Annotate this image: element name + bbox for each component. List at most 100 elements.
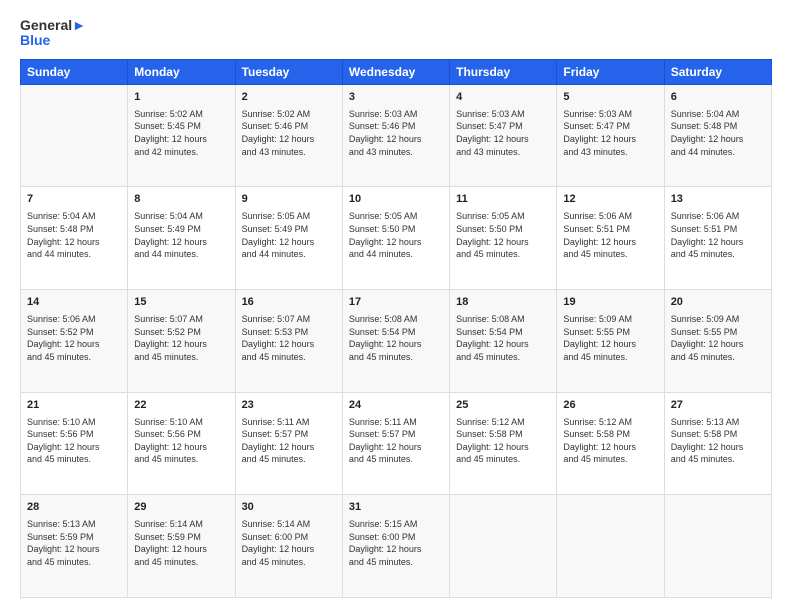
day-number: 4: [456, 90, 550, 106]
header-row: SundayMondayTuesdayWednesdayThursdayFrid…: [21, 59, 772, 84]
calendar-row-2: 14 Sunrise: 5:06 AMSunset: 5:52 PMDayligh…: [21, 290, 772, 393]
cell-info: Sunrise: 5:08 AMSunset: 5:54 PMDaylight:…: [456, 313, 550, 363]
day-number: 23: [242, 398, 336, 414]
calendar-cell: 28 Sunrise: 5:13 AMSunset: 5:59 PMDayligh…: [21, 495, 128, 598]
calendar-cell: 24 Sunrise: 5:11 AMSunset: 5:57 PMDayligh…: [342, 392, 449, 495]
cell-info: Sunrise: 5:07 AMSunset: 5:52 PMDaylight:…: [134, 313, 228, 363]
cell-info: Sunrise: 5:08 AMSunset: 5:54 PMDaylight:…: [349, 313, 443, 363]
calendar-cell: 18 Sunrise: 5:08 AMSunset: 5:54 PMDayligh…: [450, 290, 557, 393]
col-header-friday: Friday: [557, 59, 664, 84]
cell-info: Sunrise: 5:12 AMSunset: 5:58 PMDaylight:…: [563, 416, 657, 466]
calendar-cell: 22 Sunrise: 5:10 AMSunset: 5:56 PMDayligh…: [128, 392, 235, 495]
calendar-cell: 11Sunrise: 5:05 AMSunset: 5:50 PMDayligh…: [450, 187, 557, 290]
day-number: 6: [671, 90, 765, 106]
calendar-cell: 23Sunrise: 5:11 AMSunset: 5:57 PMDayligh…: [235, 392, 342, 495]
cell-info: Sunrise: 5:05 AMSunset: 5:50 PMDaylight:…: [456, 210, 550, 260]
cell-info: Sunrise: 5:13 AMSunset: 5:58 PMDaylight:…: [671, 416, 765, 466]
cell-info: Sunrise: 5:06 AMSunset: 5:51 PMDaylight:…: [563, 210, 657, 260]
day-number: 24: [349, 398, 443, 414]
calendar-cell: 14 Sunrise: 5:06 AMSunset: 5:52 PMDayligh…: [21, 290, 128, 393]
calendar-cell: 16 Sunrise: 5:07 AMSunset: 5:53 PMDayligh…: [235, 290, 342, 393]
cell-info: Sunrise: 5:05 AMSunset: 5:49 PMDaylight:…: [242, 210, 336, 260]
day-number: 8: [134, 192, 228, 208]
col-header-monday: Monday: [128, 59, 235, 84]
calendar-cell: 6 Sunrise: 5:04 AMSunset: 5:48 PMDaylight…: [664, 84, 771, 187]
calendar-row-4: 28 Sunrise: 5:13 AMSunset: 5:59 PMDayligh…: [21, 495, 772, 598]
calendar-cell: 15Sunrise: 5:07 AMSunset: 5:52 PMDayligh…: [128, 290, 235, 393]
day-number: 27: [671, 398, 765, 414]
calendar-cell: 5Sunrise: 5:03 AMSunset: 5:47 PMDaylight…: [557, 84, 664, 187]
day-number: 9: [242, 192, 336, 208]
day-number: 22: [134, 398, 228, 414]
cell-info: Sunrise: 5:13 AMSunset: 5:59 PMDaylight:…: [27, 518, 121, 568]
col-header-sunday: Sunday: [21, 59, 128, 84]
calendar-cell: 30Sunrise: 5:14 AMSunset: 6:00 PMDayligh…: [235, 495, 342, 598]
logo: General► Blue: [20, 18, 86, 49]
cell-info: Sunrise: 5:14 AMSunset: 6:00 PMDaylight:…: [242, 518, 336, 568]
cell-info: Sunrise: 5:04 AMSunset: 5:48 PMDaylight:…: [27, 210, 121, 260]
calendar-cell: 13Sunrise: 5:06 AMSunset: 5:51 PMDayligh…: [664, 187, 771, 290]
cell-info: Sunrise: 5:10 AMSunset: 5:56 PMDaylight:…: [134, 416, 228, 466]
calendar-cell: 12 Sunrise: 5:06 AMSunset: 5:51 PMDayligh…: [557, 187, 664, 290]
day-number: 17: [349, 295, 443, 311]
calendar-cell: 20 Sunrise: 5:09 AMSunset: 5:55 PMDayligh…: [664, 290, 771, 393]
calendar-cell: 31 Sunrise: 5:15 AMSunset: 6:00 PMDayligh…: [342, 495, 449, 598]
cell-info: Sunrise: 5:04 AMSunset: 5:48 PMDaylight:…: [671, 108, 765, 158]
day-number: 16: [242, 295, 336, 311]
calendar-row-1: 7 Sunrise: 5:04 AMSunset: 5:48 PMDaylight…: [21, 187, 772, 290]
calendar-cell: 21 Sunrise: 5:10 AMSunset: 5:56 PMDayligh…: [21, 392, 128, 495]
calendar-cell: 3 Sunrise: 5:03 AMSunset: 5:46 PMDaylight…: [342, 84, 449, 187]
day-number: 3: [349, 90, 443, 106]
calendar-cell: [664, 495, 771, 598]
calendar-cell: 1 Sunrise: 5:02 AMSunset: 5:45 PMDaylight…: [128, 84, 235, 187]
day-number: 7: [27, 192, 121, 208]
day-number: 1: [134, 90, 228, 106]
day-number: 20: [671, 295, 765, 311]
calendar-cell: 19Sunrise: 5:09 AMSunset: 5:55 PMDayligh…: [557, 290, 664, 393]
cell-info: Sunrise: 5:06 AMSunset: 5:52 PMDaylight:…: [27, 313, 121, 363]
calendar-cell: 27 Sunrise: 5:13 AMSunset: 5:58 PMDayligh…: [664, 392, 771, 495]
calendar-cell: [450, 495, 557, 598]
day-number: 29: [134, 500, 228, 516]
calendar-cell: 2 Sunrise: 5:02 AMSunset: 5:46 PMDaylight…: [235, 84, 342, 187]
day-number: 2: [242, 90, 336, 106]
calendar-row-0: 1 Sunrise: 5:02 AMSunset: 5:45 PMDaylight…: [21, 84, 772, 187]
cell-info: Sunrise: 5:10 AMSunset: 5:56 PMDaylight:…: [27, 416, 121, 466]
calendar-cell: [21, 84, 128, 187]
cell-info: Sunrise: 5:12 AMSunset: 5:58 PMDaylight:…: [456, 416, 550, 466]
col-header-tuesday: Tuesday: [235, 59, 342, 84]
page: General► Blue SundayMondayTuesdayWednesd…: [0, 0, 792, 612]
day-number: 13: [671, 192, 765, 208]
day-number: 21: [27, 398, 121, 414]
day-number: 31: [349, 500, 443, 516]
day-number: 28: [27, 500, 121, 516]
calendar-cell: 7 Sunrise: 5:04 AMSunset: 5:48 PMDaylight…: [21, 187, 128, 290]
cell-info: Sunrise: 5:11 AMSunset: 5:57 PMDaylight:…: [349, 416, 443, 466]
calendar-cell: 17 Sunrise: 5:08 AMSunset: 5:54 PMDayligh…: [342, 290, 449, 393]
calendar-cell: 26Sunrise: 5:12 AMSunset: 5:58 PMDayligh…: [557, 392, 664, 495]
cell-info: Sunrise: 5:04 AMSunset: 5:49 PMDaylight:…: [134, 210, 228, 260]
calendar-table: SundayMondayTuesdayWednesdayThursdayFrid…: [20, 59, 772, 598]
cell-info: Sunrise: 5:14 AMSunset: 5:59 PMDaylight:…: [134, 518, 228, 568]
logo-general: General►: [20, 18, 86, 33]
cell-info: Sunrise: 5:09 AMSunset: 5:55 PMDaylight:…: [563, 313, 657, 363]
cell-info: Sunrise: 5:07 AMSunset: 5:53 PMDaylight:…: [242, 313, 336, 363]
col-header-saturday: Saturday: [664, 59, 771, 84]
day-number: 5: [563, 90, 657, 106]
cell-info: Sunrise: 5:09 AMSunset: 5:55 PMDaylight:…: [671, 313, 765, 363]
cell-info: Sunrise: 5:02 AMSunset: 5:46 PMDaylight:…: [242, 108, 336, 158]
cell-info: Sunrise: 5:03 AMSunset: 5:46 PMDaylight:…: [349, 108, 443, 158]
calendar-cell: 10Sunrise: 5:05 AMSunset: 5:50 PMDayligh…: [342, 187, 449, 290]
calendar-cell: [557, 495, 664, 598]
header: General► Blue: [20, 18, 772, 49]
day-number: 14: [27, 295, 121, 311]
day-number: 12: [563, 192, 657, 208]
cell-info: Sunrise: 5:02 AMSunset: 5:45 PMDaylight:…: [134, 108, 228, 158]
day-number: 18: [456, 295, 550, 311]
col-header-thursday: Thursday: [450, 59, 557, 84]
cell-info: Sunrise: 5:05 AMSunset: 5:50 PMDaylight:…: [349, 210, 443, 260]
logo-container: General► Blue: [20, 18, 86, 49]
calendar-cell: 9 Sunrise: 5:05 AMSunset: 5:49 PMDaylight…: [235, 187, 342, 290]
cell-info: Sunrise: 5:15 AMSunset: 6:00 PMDaylight:…: [349, 518, 443, 568]
calendar-cell: 29 Sunrise: 5:14 AMSunset: 5:59 PMDayligh…: [128, 495, 235, 598]
